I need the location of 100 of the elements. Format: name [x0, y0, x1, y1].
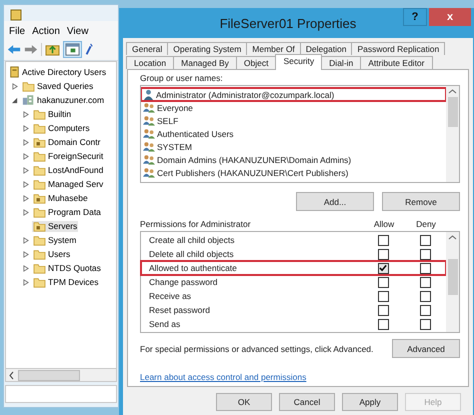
tab[interactable]: Dial-in — [321, 56, 362, 69]
add-button[interactable]: Add... — [296, 192, 374, 211]
vertical-scrollbar[interactable] — [446, 86, 459, 182]
tree-item[interactable]: hakanuzuner.com — [21, 94, 106, 106]
tree-item[interactable]: Domain Contr — [32, 136, 102, 148]
tab[interactable]: Member Of — [246, 42, 301, 55]
folder-icon — [33, 178, 46, 190]
tree-item[interactable]: Muhasebe — [32, 192, 89, 204]
tree-item[interactable]: System — [32, 234, 78, 246]
advanced-button[interactable]: Advanced — [392, 339, 460, 358]
allow-checkbox[interactable] — [378, 234, 388, 246]
tree-item[interactable]: Builtin — [32, 108, 72, 120]
remove-button[interactable]: Remove — [382, 192, 460, 211]
help-button[interactable]: ? — [403, 8, 427, 26]
scroll-thumb[interactable] — [448, 259, 458, 295]
expand-arrow-icon[interactable] — [23, 152, 29, 160]
scroll-thumb[interactable] — [448, 97, 458, 127]
vertical-scrollbar[interactable] — [446, 232, 459, 332]
expand-arrow-icon[interactable] — [23, 236, 29, 244]
tab[interactable]: Managed By — [173, 56, 237, 69]
expand-arrow-icon[interactable] — [23, 124, 29, 132]
allow-checkbox[interactable] — [378, 304, 388, 316]
deny-checkbox[interactable] — [420, 318, 430, 330]
principal-item[interactable]: Cert Publishers (HAKANUZUNER\Cert Publishers) — [157, 168, 348, 178]
tree-item[interactable]: Servers — [32, 220, 78, 232]
tree-item[interactable]: Users — [32, 248, 72, 260]
menu-item[interactable]: View — [66, 26, 88, 37]
dialog-button[interactable]: Cancel — [279, 393, 335, 411]
scroll-up-icon[interactable] — [448, 234, 457, 241]
allow-checkbox[interactable] — [378, 318, 388, 330]
ou-folder-icon — [33, 220, 46, 232]
ou-folder-icon — [33, 136, 46, 148]
folder-icon — [33, 206, 46, 218]
allow-checkbox[interactable] — [378, 290, 388, 302]
tree-item[interactable]: TPM Devices — [32, 276, 100, 288]
deny-checkbox[interactable] — [420, 276, 430, 288]
folder-icon — [33, 108, 46, 120]
scroll-thumb[interactable] — [18, 370, 80, 380]
expand-arrow-icon[interactable] — [23, 194, 29, 202]
wand-icon[interactable] — [85, 42, 93, 57]
expand-arrow-icon[interactable] — [23, 138, 29, 146]
allow-checkbox[interactable] — [378, 248, 388, 260]
horizontal-scrollbar[interactable] — [5, 368, 117, 382]
scroll-up-icon[interactable] — [448, 88, 457, 95]
expand-arrow-icon[interactable] — [23, 208, 29, 216]
menu-item[interactable]: File — [9, 26, 26, 37]
principal-item[interactable]: Everyone — [157, 102, 193, 112]
tree-item[interactable]: Computers — [32, 122, 91, 134]
tree-item[interactable]: Program Data — [32, 206, 102, 218]
principal-item[interactable]: Domain Admins (HAKANUZUNER\Domain Admins) — [157, 154, 352, 164]
tab[interactable]: Delegation — [300, 42, 352, 55]
expand-arrow-icon[interactable] — [12, 82, 18, 90]
principal-item[interactable]: Authenticated Users — [157, 128, 234, 138]
tab[interactable]: Location — [126, 56, 174, 69]
dialog-button[interactable]: OK — [216, 393, 272, 411]
tree-item[interactable]: LostAndFound — [32, 164, 104, 176]
allow-checkbox[interactable] — [378, 276, 388, 288]
deny-checkbox[interactable] — [420, 262, 430, 274]
deny-checkbox[interactable] — [420, 248, 430, 260]
folder-icon — [33, 122, 46, 134]
tab[interactable]: Password Replication — [351, 42, 446, 55]
deny-checkbox[interactable] — [420, 290, 430, 302]
permission-name: Allowed to authenticate — [148, 263, 238, 273]
deny-checkbox[interactable] — [420, 304, 430, 316]
allow-checkbox[interactable] — [378, 262, 388, 274]
tab[interactable]: Security — [275, 54, 322, 70]
tree-item[interactable]: Managed Serv — [32, 178, 104, 190]
expand-arrow-icon[interactable] — [23, 250, 29, 258]
folder-up-icon[interactable] — [45, 43, 60, 56]
dialog-button[interactable]: Apply — [342, 393, 398, 411]
principal-item[interactable]: Administrator (Administrator@cozumpark.local) — [156, 90, 334, 100]
menu-item[interactable]: Action — [32, 26, 60, 37]
user-icon — [143, 89, 154, 100]
back-icon[interactable] — [7, 44, 21, 55]
collapse-arrow-icon[interactable] — [12, 96, 18, 104]
principal-item[interactable]: SELF — [157, 116, 178, 126]
group-icon — [143, 141, 155, 152]
tab[interactable]: Object — [236, 56, 276, 69]
tree-item[interactable]: Saved Queries — [21, 80, 94, 92]
tree-item[interactable]: Active Directory Users — [8, 66, 108, 78]
principal-item[interactable]: SYSTEM — [157, 142, 192, 152]
console-tree-icon[interactable] — [63, 41, 82, 58]
tree-item[interactable]: NTDS Quotas — [32, 262, 102, 274]
tab[interactable]: General — [126, 42, 168, 55]
expand-arrow-icon[interactable] — [23, 166, 29, 174]
help-link[interactable]: Learn about access control and permissions — [140, 372, 306, 382]
permission-name: Create all child objects — [148, 235, 236, 245]
expand-arrow-icon[interactable] — [23, 264, 29, 272]
allow-header: Allow — [372, 219, 396, 229]
folder-icon — [22, 80, 35, 92]
expand-arrow-icon[interactable] — [23, 110, 29, 118]
close-button[interactable]: x — [429, 8, 471, 26]
group-icon — [143, 102, 155, 113]
tab[interactable]: Attribute Editor — [360, 56, 432, 69]
expand-arrow-icon[interactable] — [23, 180, 29, 188]
deny-checkbox[interactable] — [420, 234, 430, 246]
tree-item[interactable]: ForeignSecurit — [32, 150, 104, 162]
forward-icon[interactable] — [24, 44, 38, 55]
tab[interactable]: Operating System — [167, 42, 248, 55]
expand-arrow-icon[interactable] — [23, 278, 29, 286]
